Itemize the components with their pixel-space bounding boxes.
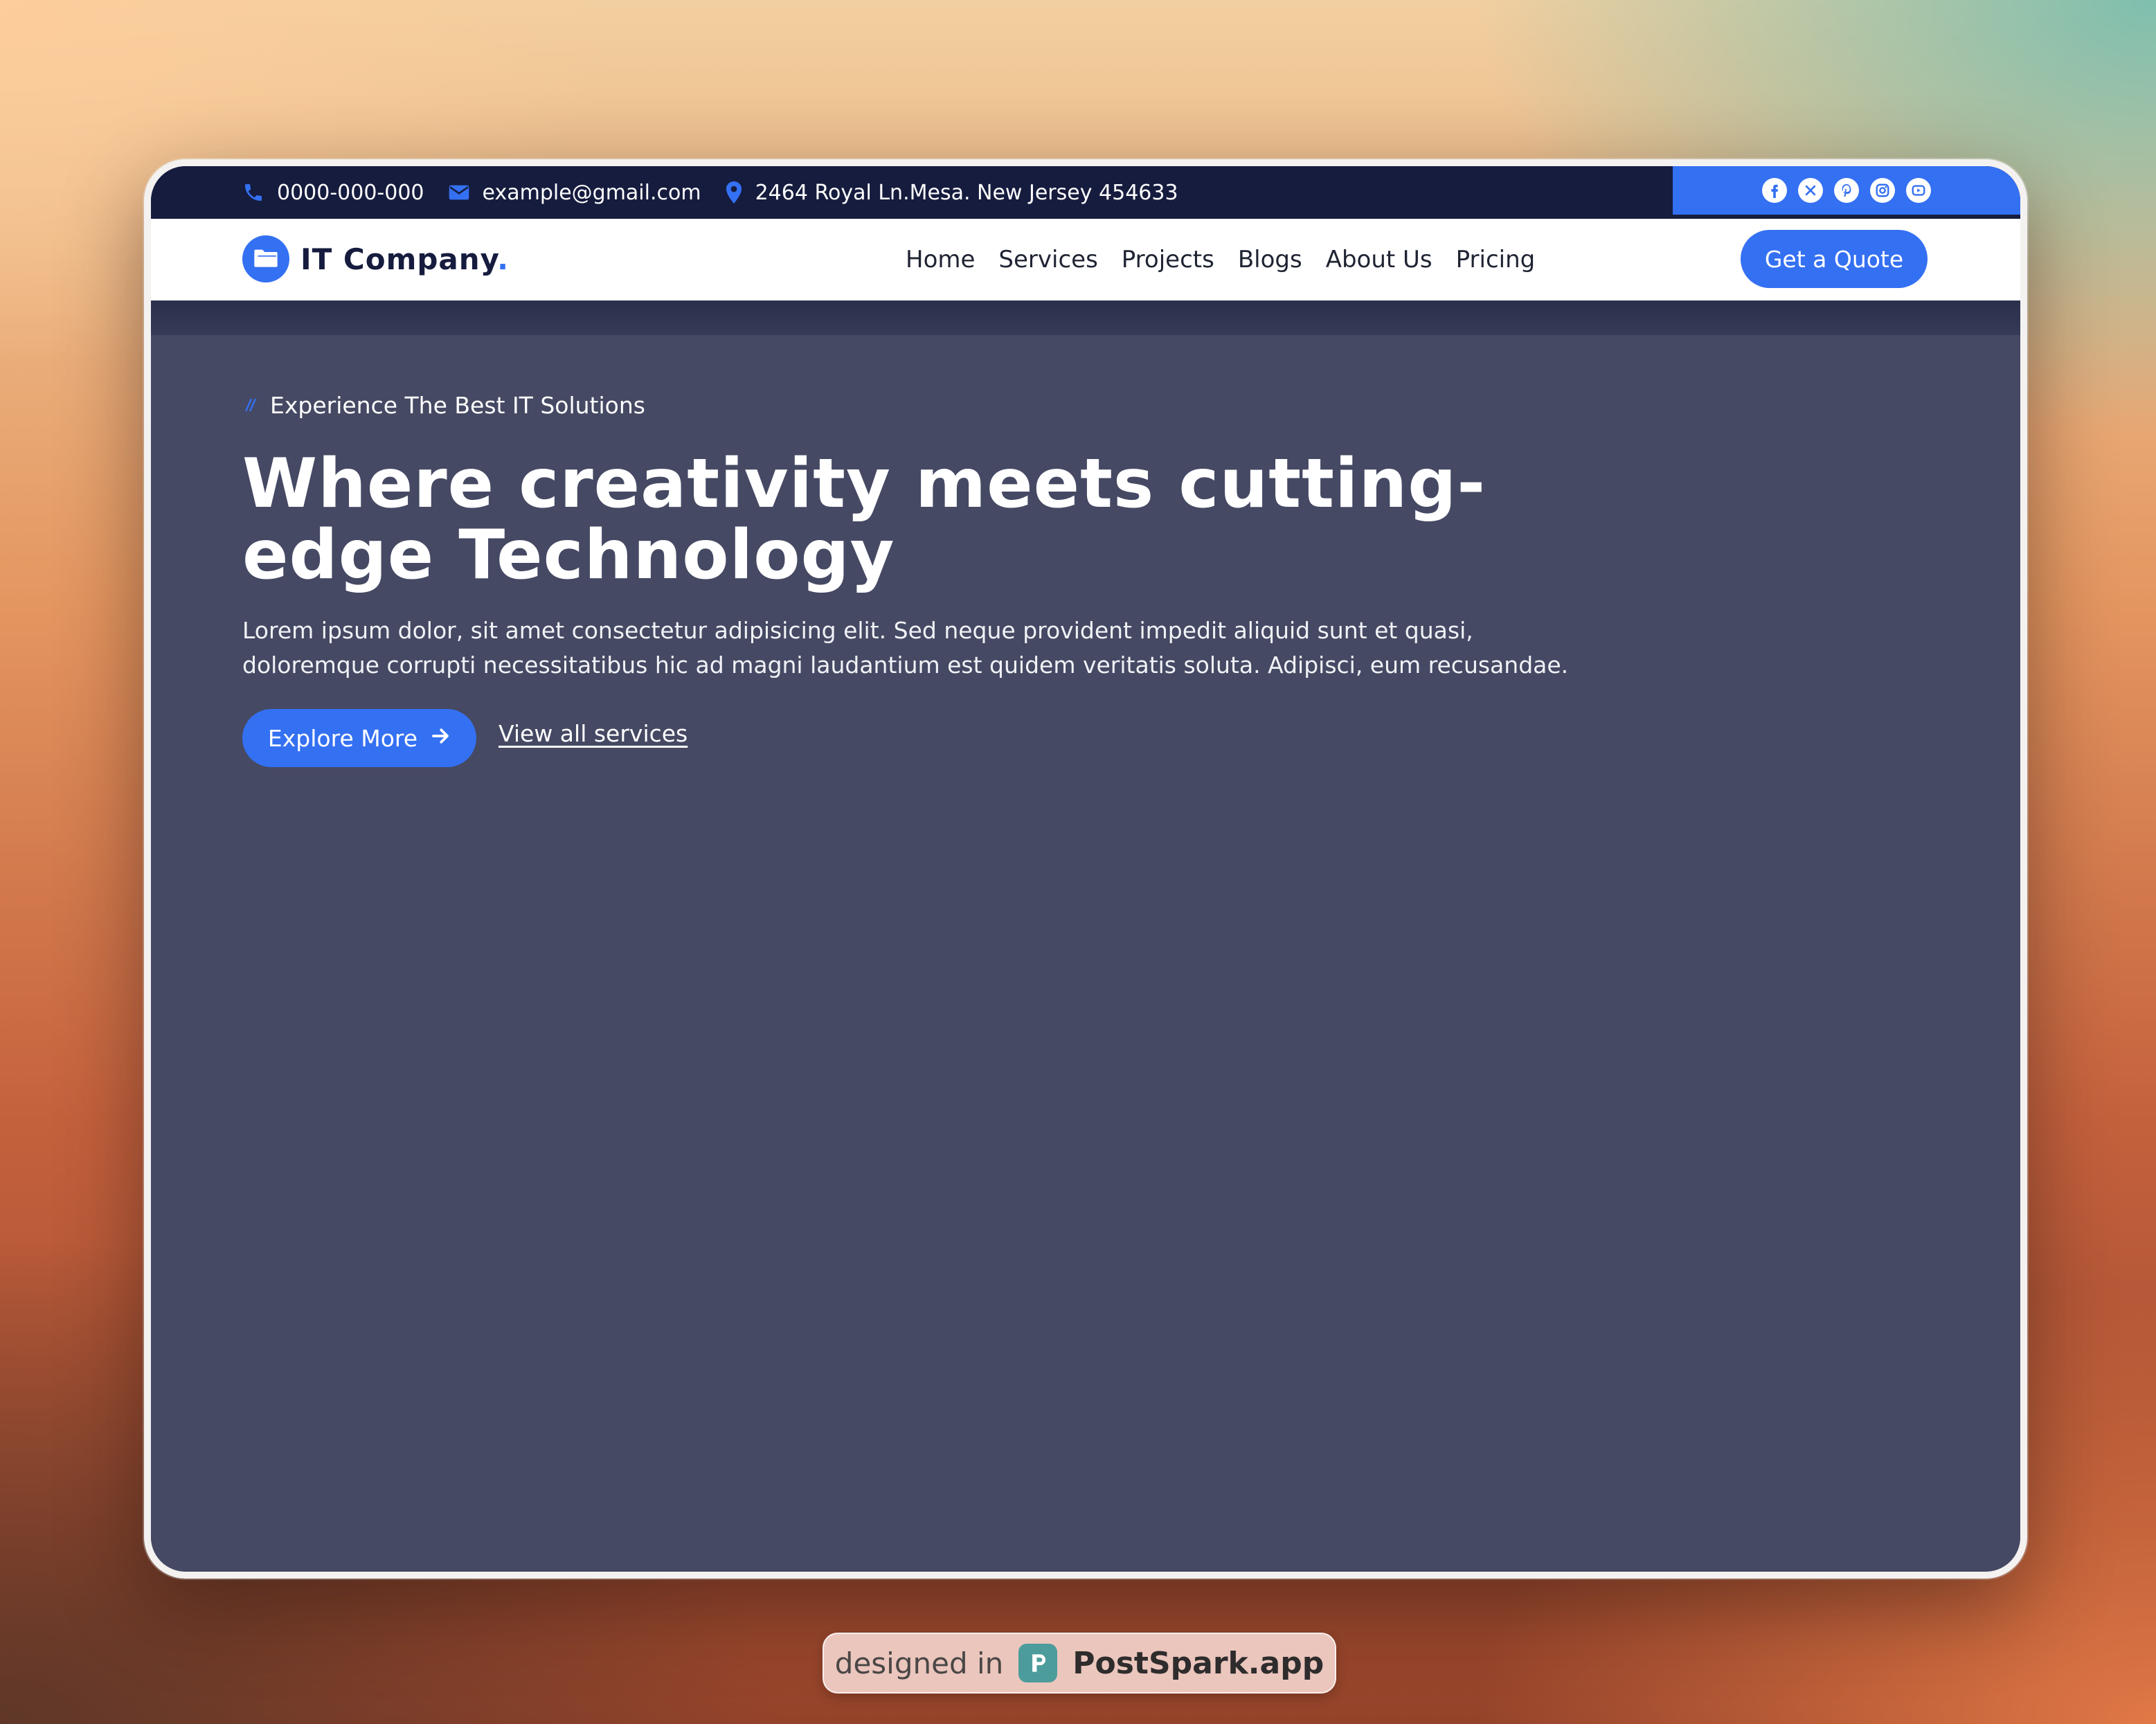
view-all-services-link[interactable]: View all services [498, 720, 688, 747]
badge-brand: PostSpark.app [1072, 1645, 1324, 1681]
email-contact[interactable]: example@gmail.com [448, 181, 701, 205]
hero-top-band [151, 300, 2020, 335]
explore-more-button[interactable]: Explore More [242, 709, 476, 767]
email-address: example@gmail.com [482, 180, 701, 205]
hero-title-line-2: edge Technology [242, 516, 895, 595]
nav-item-home[interactable]: Home [906, 246, 975, 273]
nav-item-projects[interactable]: Projects [1122, 246, 1214, 273]
nav-menu: Home Services Projects Blogs About Us Pr… [906, 219, 1535, 300]
double-slash-icon [242, 392, 259, 419]
brand-name: IT Company. [300, 242, 510, 276]
nav-item-about-us[interactable]: About Us [1326, 246, 1432, 273]
nav-item-blogs[interactable]: Blogs [1238, 246, 1302, 273]
hero-description-line-1: Lorem ipsum dolor, sit amet consectetur … [242, 617, 1473, 644]
hero-description: Lorem ipsum dolor, sit amet consectetur … [242, 613, 1641, 683]
main-navbar: IT Company. Home Services Projects Blogs… [151, 219, 2020, 300]
postspark-badge[interactable]: designed in PostSpark.app [823, 1633, 1336, 1694]
hero-description-line-2: doloremque corrupti necessitatibus hic a… [242, 652, 1569, 679]
phone-contact[interactable]: 0000-000-000 [242, 181, 424, 205]
brand-logo-link[interactable]: IT Company. [242, 235, 509, 282]
nav-item-pricing[interactable]: Pricing [1456, 246, 1536, 273]
hero-title: Where creativity meets cutting- edge Tec… [242, 449, 1627, 591]
phone-number: 0000-000-000 [277, 180, 424, 205]
nav-item-services[interactable]: Services [998, 246, 1097, 273]
address-text: 2464 Royal Ln.Mesa. New Jersey 454633 [755, 180, 1178, 205]
instagram-icon[interactable] [1870, 178, 1895, 203]
contact-info: 0000-000-000 example@gmail.com 2464 Roya… [242, 166, 1178, 219]
location-pin-icon [725, 181, 743, 204]
address-contact: 2464 Royal Ln.Mesa. New Jersey 454633 [725, 181, 1178, 205]
eyebrow-text: Experience The Best IT Solutions [270, 392, 645, 419]
get-quote-button[interactable]: Get a Quote [1741, 230, 1928, 288]
browser-window: 0000-000-000 example@gmail.com 2464 Roya… [144, 159, 2027, 1579]
mail-icon [448, 183, 470, 201]
folder-icon [242, 235, 289, 282]
hero-title-line-1: Where creativity meets cutting- [242, 445, 1486, 523]
pinterest-icon[interactable] [1834, 178, 1859, 203]
top-info-bar: 0000-000-000 example@gmail.com 2464 Roya… [151, 166, 2020, 219]
phone-icon [242, 181, 264, 204]
hero-eyebrow: Experience The Best IT Solutions [242, 392, 645, 419]
badge-prefix: designed in [834, 1646, 1004, 1680]
postspark-logo-icon [1018, 1644, 1058, 1682]
facebook-icon[interactable] [1762, 178, 1787, 203]
x-icon[interactable] [1798, 178, 1823, 203]
arrow-right-icon [430, 725, 451, 752]
social-links [1673, 166, 2020, 215]
explore-more-label: Explore More [267, 724, 418, 752]
youtube-icon[interactable] [1906, 178, 1931, 203]
